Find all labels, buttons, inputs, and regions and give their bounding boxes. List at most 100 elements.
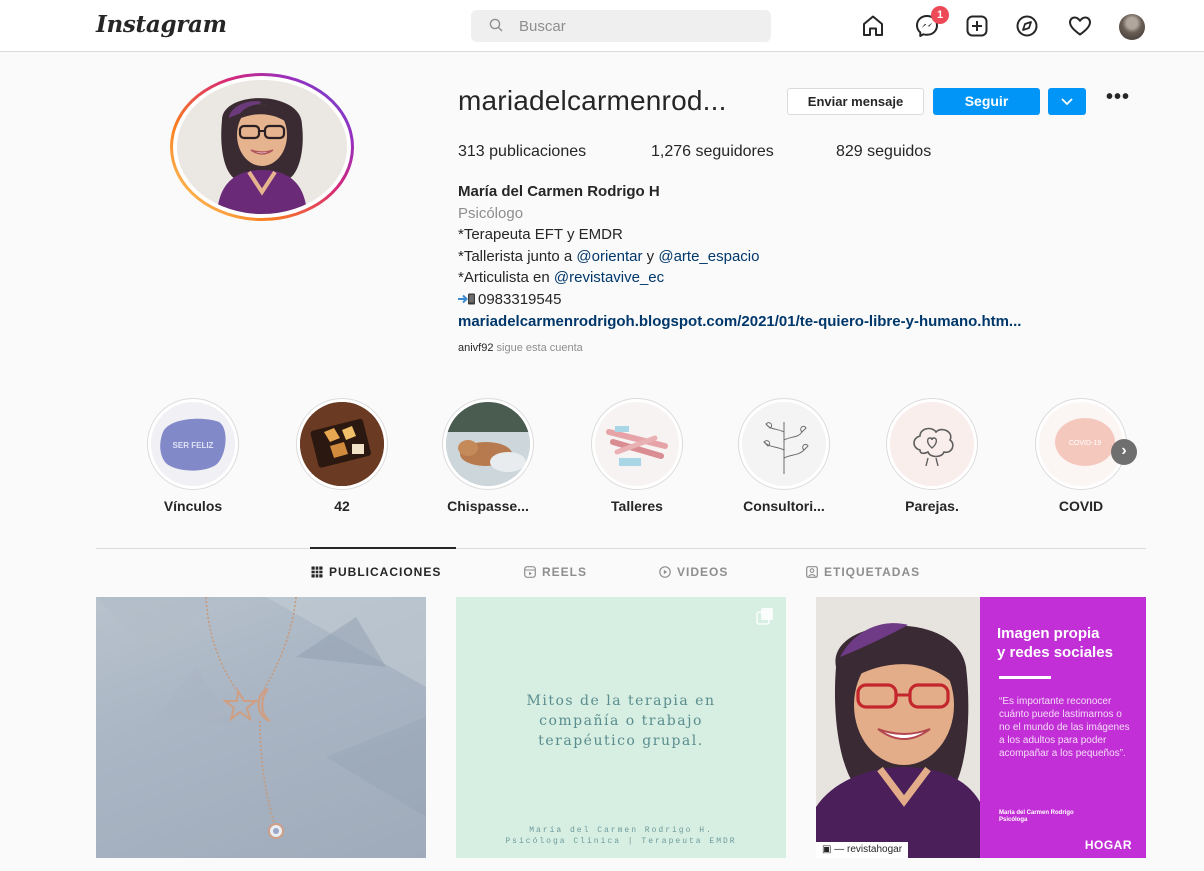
highlight-vinculos[interactable]: SER FELIZ Vínculos [145,398,241,514]
following-label: seguidos [867,143,932,160]
post-image-footer: María del Carmen Rodrigo H. Psicóloga Cl… [476,825,766,847]
profile-avatar[interactable] [1119,14,1145,40]
full-name: María del Carmen Rodrigo H [458,183,660,200]
search-input[interactable] [519,16,749,36]
post-brand-logo: HOGAR [1084,838,1132,852]
highlight-talleres[interactable]: Talleres [589,398,685,514]
mention-link-arte-espacio[interactable]: @arte_espacio [658,248,759,265]
tab-label: PUBLICACIONES [329,565,442,579]
followed-by-text: sigue esta cuenta [493,342,583,354]
new-post-icon[interactable] [964,13,990,39]
followers-label: seguidores [695,143,774,160]
messenger-icon[interactable]: 1 [914,6,949,39]
posts-label: publicaciones [489,143,587,160]
highlight-label: Vínculos [163,498,223,514]
post-panel-title-line: Imagen propia [997,625,1100,642]
highlight-cover [742,402,826,486]
profile-username: mariadelcarmenrod... [458,85,727,116]
grid-icon [311,566,323,578]
post-panel-quote: “Es importante reconocer cuánto puede la… [999,696,1130,759]
post-mitos-terapia[interactable]: Mitos de la terapia en compañía o trabaj… [456,597,786,858]
posts-count: 313 [458,143,485,160]
more-options-button[interactable]: ••• [1103,87,1133,110]
post-footer-line: Psicóloga Clínica | Terapeuta EMDR [505,837,737,846]
post-magenta-panel: Imagen propia y redes sociales “Es impor… [980,597,1146,858]
notification-badge: 1 [931,6,949,24]
profile-bio: María del Carmen Rodrigo H Psicólogo *Te… [458,181,1021,332]
highlight-label: 42 [334,498,350,514]
bio-text: *Articulista en [458,269,554,287]
bio-phone-line: 0983319545 [458,289,1021,311]
highlight-parejas[interactable]: Parejas. [884,398,980,514]
chevron-down-icon [1061,98,1073,106]
followers-stat[interactable]: 1,276 seguidores [651,143,774,161]
reels-icon [524,566,536,578]
multiple-images-icon [756,607,774,630]
profile-picture-ring[interactable] [170,73,354,221]
highlight-cover: COVID-19 [1039,402,1123,486]
followed-by-user-link[interactable]: anivf92 [458,342,493,354]
send-message-button[interactable]: Enviar mensaje [787,88,924,115]
explore-icon[interactable] [1014,13,1040,39]
post-tag-text: revistahogar [847,844,903,855]
bio-line: *Terapeuta EFT y EMDR [458,226,623,244]
tab-videos[interactable]: VIDEOS [659,565,728,579]
post-portrait-image [816,597,980,858]
instagram-small-icon: ▣ — [822,844,848,855]
post-imagen-propia[interactable]: Imagen propia y redes sociales “Es impor… [816,597,1146,858]
mention-link-orientar[interactable]: @orientar [576,248,642,265]
tab-publicaciones[interactable]: PUBLICACIONES [311,565,441,579]
follow-button[interactable]: Seguir [933,88,1040,115]
highlights-next-arrow-icon[interactable]: › [1111,439,1137,465]
profile-picture [177,80,347,214]
followed-by-note: anivf92 sigue esta cuenta [458,342,583,354]
tab-label: REELS [542,565,588,579]
post-panel-signature-line: Psicóloga [999,817,1028,823]
tab-label: VIDEOS [677,565,729,579]
post-panel-title: Imagen propia y redes sociales [997,624,1113,662]
bio-text: *Tallerista junto a [458,247,577,265]
post-tag-label: ▣ — revistahogar [816,842,909,858]
search-box[interactable] [471,10,771,42]
tagged-icon [806,566,818,578]
highlight-cover [300,402,384,486]
highlight-cover-text: SER FELIZ [173,441,214,450]
top-navigation-bar: Instagram 1 [0,0,1204,52]
bio-line: *Articulista en @revistavive_ec [458,267,1021,289]
website-link[interactable]: mariadelcarmenrodrigoh.blogspot.com/2021… [458,313,1021,330]
heart-icon[interactable] [1067,13,1093,39]
suggested-accounts-dropdown-button[interactable] [1048,88,1086,115]
highlight-label: Chispasse... [447,498,529,514]
post-panel-divider [999,676,1051,679]
posts-stat: 313 publicaciones [458,143,586,161]
phone-number: 0983319545 [478,290,562,308]
post-necklace[interactable] [96,597,426,858]
post-panel-title-line: y redes sociales [997,644,1113,661]
highlight-consultorio[interactable]: Consultori... [736,398,832,514]
phone-arrow-icon [458,290,478,305]
highlight-chispasse[interactable]: Chispasse... [440,398,536,514]
mention-link-revistavive[interactable]: @revistavive_ec [554,269,664,286]
tab-label: ETIQUETADAS [824,565,921,579]
instagram-logo[interactable]: Instagram [96,11,227,38]
highlight-label: Parejas. [905,498,959,514]
post-image [96,597,426,839]
video-icon [659,566,671,578]
highlight-cover: SER FELIZ [151,402,235,486]
post-caption-image-text: Mitos de la terapia en compañía o trabaj… [526,693,716,749]
following-count: 829 [836,143,863,160]
tab-etiquetadas[interactable]: ETIQUETADAS [806,565,920,579]
bio-text: y [642,247,659,265]
post-panel-signature-line: María del Carmen Rodrigo [999,810,1074,816]
home-icon[interactable] [860,13,886,39]
post-panel-signature: María del Carmen Rodrigo Psicóloga [999,810,1074,824]
bio-line: *Tallerista junto a @orientar y @arte_es… [458,246,1021,268]
highlight-label: Talleres [611,498,663,514]
highlight-42[interactable]: 42 [294,398,390,514]
active-tab-indicator [310,547,456,549]
profile-category: Psicólogo [458,204,524,222]
tab-reels[interactable]: REELS [524,565,587,579]
highlight-cover [595,402,679,486]
following-stat[interactable]: 829 seguidos [836,143,931,161]
highlight-cover [446,402,530,486]
